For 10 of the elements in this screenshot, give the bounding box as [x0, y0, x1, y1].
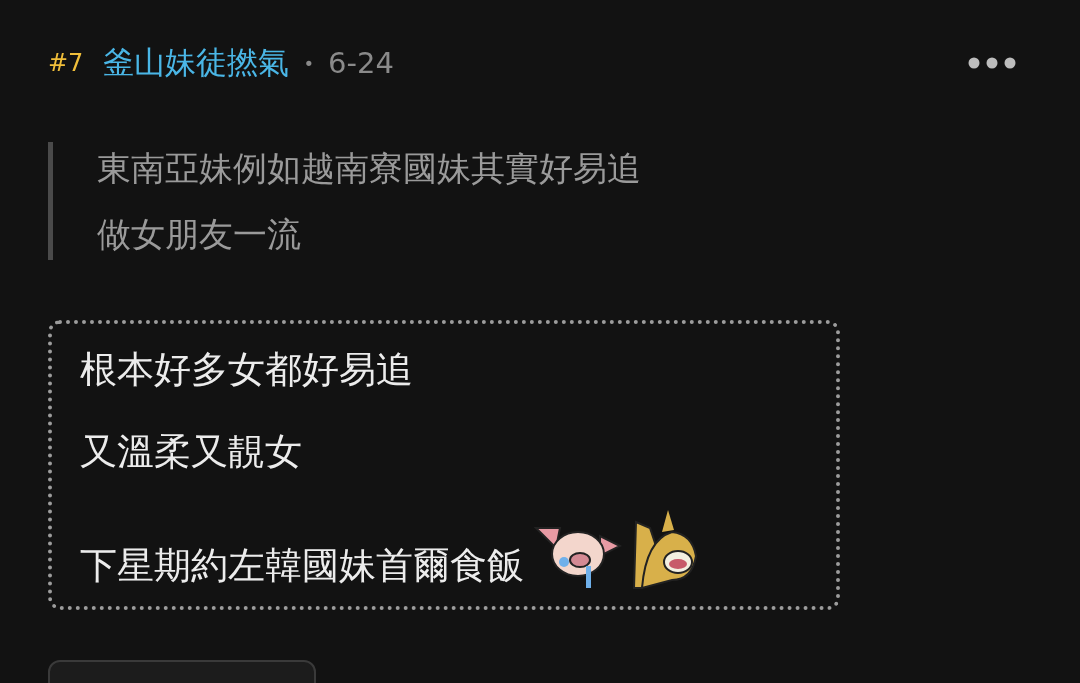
pig-face-sticker-icon — [534, 524, 622, 590]
author-name[interactable]: 釜山妹徒撚氣 — [103, 42, 290, 84]
separator-dot: • — [303, 52, 314, 74]
post-date: 6-24 — [328, 46, 394, 80]
reply-text: 下星期約左韓國妹首爾食飯 — [80, 543, 524, 589]
quote-text: 東南亞妹例如越南寮國妹其實好易追 — [97, 147, 642, 190]
quote-text: 做女朋友一流 — [97, 213, 302, 256]
reply-text: 又溫柔又靚女 — [80, 429, 302, 475]
reply-text: 根本好多女都好易追 — [80, 347, 413, 393]
floor-number: #7 — [48, 49, 84, 77]
